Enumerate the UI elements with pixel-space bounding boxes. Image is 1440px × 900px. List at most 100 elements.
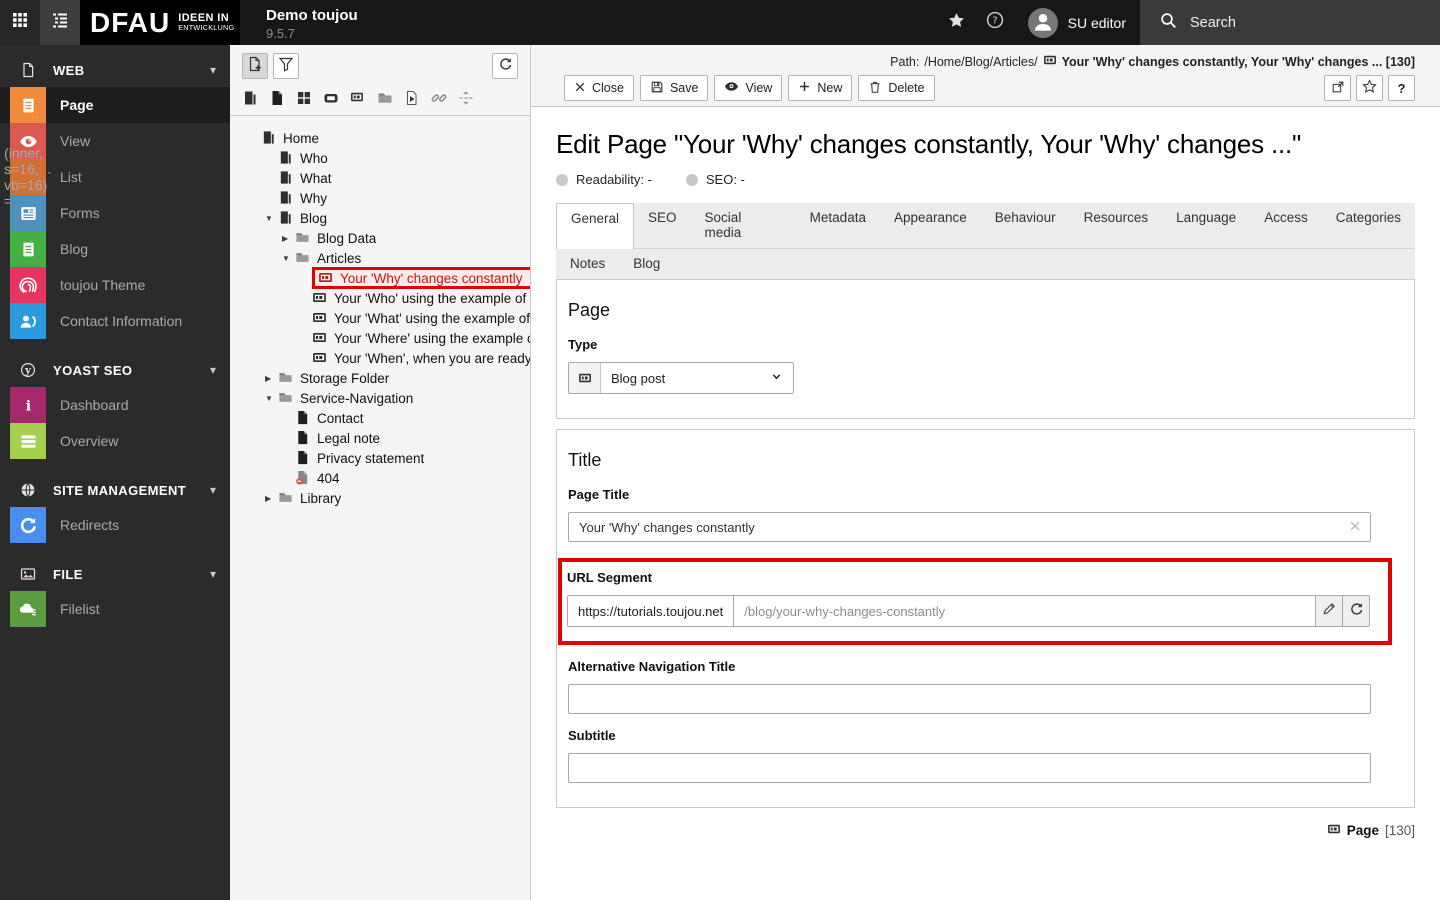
recalculate-slug-button[interactable]: [1343, 595, 1370, 627]
sidebar-item-filelist[interactable]: Filelist: [0, 591, 230, 627]
pagetree-toggle-button[interactable]: [40, 0, 80, 45]
sidebar-item-contact-information[interactable]: Contact Information: [0, 303, 230, 339]
tree-node-your-where-using-the-example-of[interactable]: Your 'Where' using the example of: [242, 328, 530, 348]
folder-tree-icon: [295, 250, 311, 266]
tree-node-blog[interactable]: ▼ Blog: [242, 208, 530, 228]
tree-node-service-navigation[interactable]: ▼ Service-Navigation: [242, 388, 530, 408]
tab-metadata[interactable]: Metadata: [796, 203, 880, 248]
shortcut-icon[interactable]: [404, 90, 420, 106]
sidebar-item-dashboard[interactable]: i Dashboard: [0, 387, 230, 423]
close-button[interactable]: Close: [564, 75, 634, 101]
document-icon[interactable]: [269, 90, 285, 106]
tree-node-library[interactable]: ▶ Library: [242, 488, 530, 508]
search-input[interactable]: Search: [1140, 0, 1440, 45]
modules-grid-button[interactable]: [0, 0, 40, 45]
tab-language[interactable]: Language: [1162, 203, 1250, 248]
sidebar-item-forms[interactable]: Forms: [0, 195, 230, 231]
panel-gap: [556, 419, 1415, 429]
section-title-page: Page: [568, 300, 611, 320]
user-menu[interactable]: SU editor: [1014, 0, 1140, 45]
tree-node-who[interactable]: Who: [242, 148, 530, 168]
help-button[interactable]: ?: [976, 0, 1014, 45]
subtitle-input[interactable]: [568, 753, 1371, 783]
sidebar-item-toujou-theme[interactable]: toujou Theme: [0, 267, 230, 303]
tab-resources[interactable]: Resources: [1070, 203, 1163, 248]
tab-access[interactable]: Access: [1250, 203, 1322, 248]
chevron-down-icon[interactable]: ▾: [210, 567, 216, 581]
mountpoint-icon[interactable]: [323, 90, 339, 106]
tree-node-legal-note[interactable]: Legal note: [242, 428, 530, 448]
expand-arrow-icon[interactable]: ▶: [265, 494, 278, 503]
tree-node-privacy-statement[interactable]: Privacy statement: [242, 448, 530, 468]
bookmark-button[interactable]: [938, 0, 976, 45]
sidebar-item-page[interactable]: Page: [0, 87, 230, 123]
tab-categories[interactable]: Categories: [1322, 203, 1415, 248]
tree-node-what[interactable]: What: [242, 168, 530, 188]
tab-appearance[interactable]: Appearance: [880, 203, 981, 248]
tree-node-label: Your 'Where' using the example of: [334, 330, 530, 346]
expand-arrow-icon[interactable]: ▶: [265, 374, 278, 383]
page-door-icon[interactable]: [242, 90, 258, 106]
filter-button[interactable]: [273, 53, 299, 79]
tree-node-404[interactable]: 404: [242, 468, 530, 488]
sidebar-section-label: SITE MANAGEMENT: [53, 482, 187, 498]
tree-node-your-what-using-the-example-of-a[interactable]: Your 'What' using the example of a: [242, 308, 530, 328]
page-title-input[interactable]: [568, 512, 1371, 542]
delete-button[interactable]: Delete: [858, 75, 935, 101]
alt-nav-title-input[interactable]: [568, 684, 1371, 714]
sidebar-section-header-web[interactable]: WEB ▾: [0, 53, 230, 87]
tab-general[interactable]: General: [556, 203, 635, 249]
folder-icon[interactable]: [377, 90, 393, 106]
tree-node-your-who-using-the-example-of-yo[interactable]: Your 'Who' using the example of yo: [242, 288, 530, 308]
grid-icon: [12, 12, 28, 33]
link-icon[interactable]: [431, 90, 447, 106]
tree-node-articles[interactable]: ▼ Articles: [242, 248, 530, 268]
divider-icon[interactable]: [458, 90, 474, 106]
tab-seo[interactable]: SEO: [634, 203, 691, 248]
tab-notes[interactable]: Notes: [556, 249, 619, 279]
tab-blog[interactable]: Blog: [619, 249, 674, 279]
new-page-button[interactable]: [242, 53, 268, 79]
clear-icon[interactable]: [1348, 519, 1362, 533]
open-new-window-button[interactable]: [1324, 75, 1351, 101]
sidebar-section-header-file[interactable]: FILE ▾: [0, 557, 230, 591]
collapse-arrow-icon[interactable]: ▼: [265, 214, 278, 223]
article-icon[interactable]: [350, 90, 366, 106]
chevron-down-icon[interactable]: ▾: [210, 483, 216, 497]
expand-arrow-icon[interactable]: ▶: [282, 234, 295, 243]
sidebar-item-overview[interactable]: Overview: [0, 423, 230, 459]
grid-icon[interactable]: [296, 90, 312, 106]
sidebar-section-header-site-management[interactable]: SITE MANAGEMENT ▾: [0, 473, 230, 507]
record-id: [130]: [1384, 823, 1415, 838]
tree-node-why[interactable]: Why: [242, 188, 530, 208]
tree-node-your-why-changes-constantly[interactable]: Your 'Why' changes constantly: [242, 267, 530, 289]
brand-logo[interactable]: DFAU IDEEN IN ENTWICKLUNG: [80, 0, 240, 45]
collapse-arrow-icon[interactable]: ▼: [265, 394, 278, 403]
sidebar-section-site-management: SITE MANAGEMENT ▾ Redirects: [0, 473, 230, 543]
help-page-button[interactable]: ?: [1388, 75, 1415, 101]
folder-tree-icon: [278, 390, 294, 406]
annotation-highlight-box: Your 'Why' changes constantly: [312, 267, 530, 289]
tab-behaviour[interactable]: Behaviour: [981, 203, 1070, 248]
refresh-tree-button[interactable]: [492, 53, 518, 79]
edit-slug-button[interactable]: [1316, 595, 1343, 627]
collapse-arrow-icon[interactable]: ▼: [282, 254, 295, 263]
chevron-down-icon[interactable]: ▾: [210, 363, 216, 377]
tab-social-media[interactable]: Social media: [691, 203, 796, 248]
sidebar-item-list[interactable]: (inner, s=16, vb=16) => `${inner}` List: [0, 145, 230, 209]
view-button[interactable]: View: [714, 75, 783, 101]
chevron-down-icon[interactable]: ▾: [210, 63, 216, 77]
tree-node-home[interactable]: Home: [242, 128, 530, 148]
url-slug-input[interactable]: [734, 595, 1316, 627]
new-button[interactable]: New: [788, 75, 853, 101]
tree-node-your-when-when-you-are-ready[interactable]: Your 'When', when you are ready: [242, 348, 530, 368]
tree-node-storage-folder[interactable]: ▶ Storage Folder: [242, 368, 530, 388]
page-type-select[interactable]: Blog post: [568, 362, 794, 394]
sidebar-item-redirects[interactable]: Redirects: [0, 507, 230, 543]
bookmark-page-button[interactable]: [1356, 75, 1383, 101]
tree-node-blog-data[interactable]: ▶ Blog Data: [242, 228, 530, 248]
sidebar-section-header-yoast-seo[interactable]: y YOAST SEO ▾: [0, 353, 230, 387]
sidebar-item-blog[interactable]: Blog: [0, 231, 230, 267]
save-button[interactable]: Save: [639, 75, 709, 101]
tree-node-contact[interactable]: Contact: [242, 408, 530, 428]
